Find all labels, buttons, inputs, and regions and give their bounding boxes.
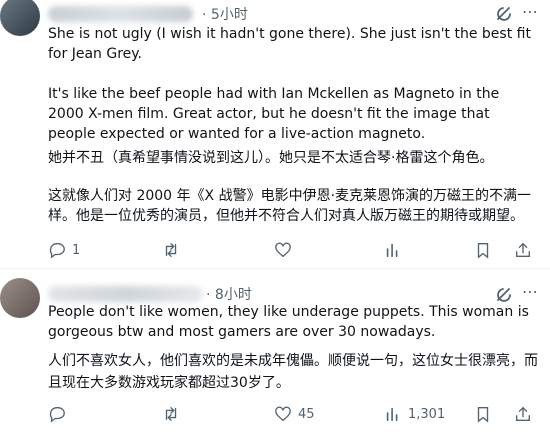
reply-count: 1 (72, 242, 81, 258)
repost-icon (165, 243, 177, 257)
post-time-text: 8小时 (214, 287, 252, 303)
post-time[interactable]: · 8小时 (206, 284, 252, 304)
bookmark-button[interactable] (474, 240, 492, 260)
bookmark-button[interactable] (474, 404, 492, 424)
reply-icon (49, 407, 65, 423)
reply-button[interactable] (48, 404, 66, 424)
action-bar: 45 1,301 (48, 404, 538, 424)
like-icon (275, 242, 291, 258)
comment-translation: 她并不丑（真希望事情没说到这儿）。她只是不太适合琴·格雷这个角色。 (48, 150, 494, 166)
post-time-text: 5小时 (210, 7, 248, 23)
post-time[interactable]: · 5小时 (202, 4, 248, 24)
grok-icon[interactable] (494, 4, 514, 24)
like-count: 45 (298, 406, 315, 422)
share-button[interactable] (514, 240, 532, 260)
views-icon (386, 407, 398, 422)
avatar[interactable] (0, 278, 40, 318)
action-bar: 1 (48, 240, 538, 260)
like-icon (275, 406, 291, 422)
more-icon[interactable]: ⋯ (522, 2, 539, 21)
reply-button[interactable]: 1 (48, 240, 80, 260)
reply-icon (49, 243, 65, 259)
more-icon[interactable]: ⋯ (522, 282, 539, 301)
share-icon (516, 242, 530, 257)
comment-translation: 人们不喜欢女人，他们喜欢的是未成年傀儡。顺便说一句，这位女士很漂亮，而且现在大多… (48, 353, 538, 391)
comment-body: She is not ugly (I wish it hadn't gone t… (48, 24, 538, 226)
bookmark-icon (477, 407, 489, 423)
comment-body: People don't like women, they like under… (48, 302, 538, 394)
comment-text-en: She is not ugly (I wish it hadn't gone t… (48, 26, 531, 62)
views-count: 1,301 (408, 406, 446, 422)
views-button[interactable] (384, 240, 402, 260)
views-icon (386, 243, 398, 258)
repost-button[interactable] (162, 240, 180, 260)
comment-translation: 这就像人们对 2000 年《X 战警》电影中伊恩·麦克莱恩饰演的万磁王的不满一样… (48, 188, 532, 224)
share-icon (516, 406, 530, 421)
repost-icon (165, 407, 177, 421)
repost-button[interactable] (162, 404, 180, 424)
like-button[interactable]: 45 (274, 404, 315, 424)
author-name[interactable] (48, 286, 203, 302)
views-button[interactable]: 1,301 (384, 404, 445, 424)
divider (0, 268, 550, 269)
comment-text-en: It's like the beef people had with Ian M… (48, 86, 500, 142)
author-name[interactable] (48, 6, 193, 22)
share-button[interactable] (514, 404, 532, 424)
comment-text-en: People don't like women, they like under… (48, 304, 529, 340)
like-button[interactable] (274, 240, 292, 260)
avatar[interactable] (0, 0, 40, 36)
bookmark-icon (477, 243, 489, 259)
